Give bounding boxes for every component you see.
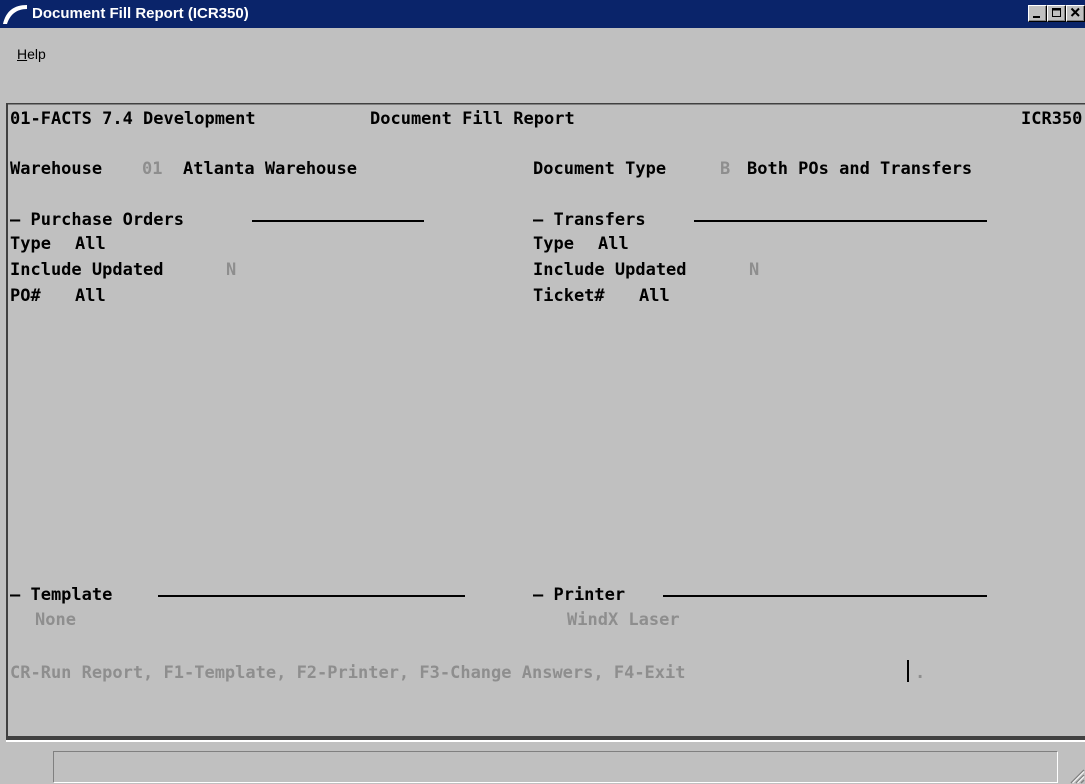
- template-heading: – Template: [10, 585, 113, 605]
- app-logo-icon: [3, 5, 27, 24]
- po-include-updated-field[interactable]: N: [226, 259, 236, 281]
- window-title: Document Fill Report (ICR350): [32, 5, 249, 22]
- terminal-screen[interactable]: 01-FACTS 7.4 Development Document Fill R…: [8, 106, 1085, 736]
- transfer-include-updated-label: Include Updated: [533, 260, 687, 280]
- template-value: None: [35, 610, 76, 630]
- purchase-orders-rule: [252, 220, 424, 222]
- ticket-number-label: Ticket#: [533, 286, 605, 306]
- close-button[interactable]: [1066, 5, 1085, 22]
- document-type-label: Document Type: [533, 159, 667, 179]
- minimize-icon: [1033, 16, 1040, 18]
- printer-rule: [663, 595, 987, 597]
- warehouse-name: Atlanta Warehouse: [183, 159, 357, 179]
- close-icon: [1070, 7, 1080, 17]
- transfer-include-updated-field[interactable]: N: [749, 259, 759, 281]
- transfer-type-value[interactable]: All: [598, 233, 629, 255]
- resize-grip-icon[interactable]: [1065, 764, 1085, 784]
- menu-help-rest: elp: [27, 46, 46, 62]
- po-type-value[interactable]: All: [75, 233, 106, 255]
- menu-help-mnemonic: H: [17, 46, 28, 62]
- po-type-label: Type: [10, 234, 51, 254]
- ticket-number-value[interactable]: All: [639, 285, 670, 307]
- template-rule: [158, 595, 465, 597]
- command-prompt: CR-Run Report, F1-Template, F2-Printer, …: [10, 663, 686, 683]
- document-type-description: Both POs and Transfers: [747, 159, 973, 179]
- terminal-top-border: [6, 103, 1085, 105]
- po-number-label: PO#: [10, 286, 41, 306]
- warehouse-label: Warehouse: [10, 159, 103, 179]
- company-name: 01-FACTS 7.4 Development: [10, 109, 256, 129]
- transfers-heading: – Transfers: [533, 210, 646, 230]
- warehouse-code-field[interactable]: 01: [142, 158, 162, 180]
- program-id: ICR350: [1021, 109, 1083, 129]
- document-type-code-field[interactable]: B: [720, 158, 730, 180]
- printer-heading: – Printer: [533, 585, 626, 605]
- title-bar[interactable]: Document Fill Report (ICR350): [0, 0, 1085, 28]
- transfer-type-label: Type: [533, 234, 574, 254]
- minimize-button[interactable]: [1028, 5, 1047, 22]
- printer-value: WindX Laser: [567, 610, 680, 630]
- prompt-input[interactable]: .: [915, 662, 925, 684]
- po-include-updated-label: Include Updated: [10, 260, 164, 280]
- maximize-icon: [1052, 8, 1061, 17]
- maximize-button[interactable]: [1047, 5, 1066, 22]
- transfers-rule: [694, 220, 987, 222]
- status-bar: [0, 742, 1085, 784]
- menu-bar: Help: [0, 28, 1085, 70]
- report-title: Document Fill Report: [370, 109, 575, 129]
- po-number-value[interactable]: All: [75, 285, 106, 307]
- menu-help[interactable]: Help: [17, 46, 46, 62]
- purchase-orders-heading: – Purchase Orders: [10, 210, 184, 230]
- status-field: [53, 751, 1058, 783]
- text-cursor: [907, 660, 909, 682]
